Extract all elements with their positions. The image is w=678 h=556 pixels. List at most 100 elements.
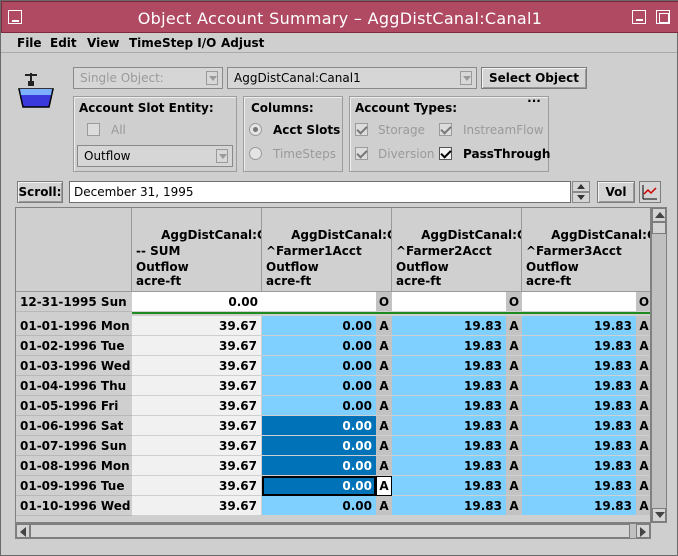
- cell-sum[interactable]: 39.67: [132, 376, 262, 396]
- entity-select[interactable]: Outflow: [77, 145, 233, 167]
- cell-farmer3[interactable]: 19.83: [522, 356, 636, 376]
- all-checkbox: [87, 123, 100, 136]
- cell-farmer2[interactable]: 19.83: [392, 316, 506, 336]
- cell-farmer3[interactable]: 19.83: [522, 336, 636, 356]
- cell-farmer1[interactable]: 0.00: [262, 416, 376, 436]
- cell-sum[interactable]: 39.67: [132, 476, 262, 496]
- cell-farmer3[interactable]: 19.83: [522, 416, 636, 436]
- initial-row-divider: [132, 312, 650, 314]
- spin-up-icon[interactable]: [572, 181, 590, 192]
- cell-farmer1[interactable]: 0.00: [262, 376, 376, 396]
- cell-farmer3[interactable]: 19.83: [522, 316, 636, 336]
- cell-farmer2[interactable]: 19.83: [392, 396, 506, 416]
- cell-farmer2[interactable]: 19.83: [392, 436, 506, 456]
- row-header[interactable]: 01-10-1996 Wed: [16, 496, 132, 516]
- flag-farmer2: A: [506, 316, 522, 336]
- cell-farmer2[interactable]: 19.83: [392, 456, 506, 476]
- cell-farmer3[interactable]: 19.83: [522, 396, 636, 416]
- cell-farmer1[interactable]: 0.00: [262, 316, 376, 336]
- minimize-icon[interactable]: [632, 10, 646, 24]
- spin-down-icon[interactable]: [572, 192, 590, 203]
- object-select[interactable]: AggDistCanal:Canal1: [227, 67, 477, 89]
- flag-farmer2: A: [506, 376, 522, 396]
- maximize-icon[interactable]: [656, 10, 670, 24]
- cell-initial-sum[interactable]: 0.00: [132, 292, 262, 312]
- timesteps-radio: [249, 147, 262, 160]
- cell-farmer1[interactable]: 0.00: [262, 476, 376, 496]
- object-type-select: Single Object:: [73, 67, 223, 89]
- column-header-farmer1[interactable]: AggDistCanal:Canal1 ^Farmer1Acct Outflow…: [262, 208, 392, 292]
- cell-farmer3[interactable]: 19.83: [522, 456, 636, 476]
- menu-file[interactable]: File: [17, 36, 42, 50]
- title-bar[interactable]: Object Account Summary – AggDistCanal:Ca…: [1, 1, 678, 33]
- cell-farmer1[interactable]: 0.00: [262, 436, 376, 456]
- horizontal-scrollbar[interactable]: [15, 523, 651, 539]
- scroll-date-field[interactable]: December 31, 1995: [69, 181, 571, 203]
- cell-farmer3[interactable]: 19.83: [522, 376, 636, 396]
- cell-farmer3[interactable]: 19.83: [522, 476, 636, 496]
- row-header[interactable]: 01-04-1996 Thu: [16, 376, 132, 396]
- cell-farmer3[interactable]: 19.83: [522, 436, 636, 456]
- row-header[interactable]: 01-08-1996 Mon: [16, 456, 132, 476]
- flag-farmer2: A: [506, 336, 522, 356]
- flag-farmer3: A: [636, 496, 650, 516]
- plot-button[interactable]: [639, 181, 661, 203]
- cell-sum[interactable]: 39.67: [132, 396, 262, 416]
- cell-initial-farmer3[interactable]: [522, 292, 636, 312]
- flag-farmer2: A: [506, 416, 522, 436]
- row-header-initial[interactable]: 12-31-1995 Sun: [16, 292, 132, 312]
- row-header[interactable]: 01-02-1996 Tue: [16, 336, 132, 356]
- cell-farmer2[interactable]: 19.83: [392, 496, 506, 516]
- flag-farmer1: A: [376, 416, 392, 436]
- column-header-farmer3[interactable]: AggDistCanal:Canal1 ^Farmer3Acct Outflow…: [522, 208, 650, 292]
- chevron-down-icon[interactable]: [216, 149, 228, 163]
- row-header[interactable]: 01-09-1996 Tue: [16, 476, 132, 496]
- flag-farmer3: A: [636, 416, 650, 436]
- scroll-down-icon[interactable]: [652, 508, 666, 522]
- menu-view[interactable]: View: [87, 36, 119, 50]
- scroll-button[interactable]: Scroll:: [17, 181, 63, 203]
- menu-timestep-io[interactable]: TimeStep I/O: [129, 36, 216, 50]
- cell-farmer2[interactable]: 19.83: [392, 376, 506, 396]
- cell-sum[interactable]: 39.67: [132, 356, 262, 376]
- cell-farmer1[interactable]: 0.00: [262, 336, 376, 356]
- menu-adjust[interactable]: Adjust: [221, 36, 264, 50]
- row-header[interactable]: 01-06-1996 Sat: [16, 416, 132, 436]
- row-header[interactable]: 01-05-1996 Fri: [16, 396, 132, 416]
- cell-farmer1[interactable]: 0.00: [262, 496, 376, 516]
- acct-slots-radio[interactable]: [249, 123, 262, 136]
- row-header[interactable]: 01-01-1996 Mon: [16, 316, 132, 336]
- vol-button[interactable]: Vol: [597, 181, 635, 203]
- cell-sum[interactable]: 39.67: [132, 316, 262, 336]
- cell-farmer1[interactable]: 0.00: [262, 356, 376, 376]
- flag-farmer1: A: [376, 436, 392, 456]
- row-header[interactable]: 01-07-1996 Sun: [16, 436, 132, 456]
- scroll-left-icon[interactable]: [16, 524, 30, 538]
- scroll-up-icon[interactable]: [652, 208, 666, 222]
- column-header-farmer2[interactable]: AggDistCanal:Canal1 ^Farmer2Acct Outflow…: [392, 208, 522, 292]
- cell-farmer3[interactable]: 19.83: [522, 496, 636, 516]
- cell-sum[interactable]: 39.67: [132, 496, 262, 516]
- cell-farmer1[interactable]: 0.00: [262, 396, 376, 416]
- cell-sum[interactable]: 39.67: [132, 456, 262, 476]
- vertical-scroll-thumb[interactable]: [652, 222, 666, 234]
- cell-farmer2[interactable]: 19.83: [392, 476, 506, 496]
- cell-initial-farmer2[interactable]: [392, 292, 506, 312]
- menu-edit[interactable]: Edit: [50, 36, 77, 50]
- cell-initial-farmer1[interactable]: [262, 292, 376, 312]
- cell-farmer1[interactable]: 0.00: [262, 456, 376, 476]
- pass-through-checkbox[interactable]: [439, 147, 452, 160]
- cell-sum[interactable]: 39.67: [132, 336, 262, 356]
- chevron-down-icon[interactable]: [460, 71, 472, 85]
- scroll-right-icon[interactable]: [636, 524, 650, 538]
- horizontal-scroll-thumb[interactable]: [30, 524, 630, 538]
- cell-farmer2[interactable]: 19.83: [392, 416, 506, 436]
- cell-sum[interactable]: 39.67: [132, 416, 262, 436]
- cell-farmer2[interactable]: 19.83: [392, 356, 506, 376]
- column-header-sum[interactable]: AggDistCanal:Canal1 -- SUM Outflow acre-…: [132, 208, 262, 292]
- cell-sum[interactable]: 39.67: [132, 436, 262, 456]
- row-header[interactable]: 01-03-1996 Wed: [16, 356, 132, 376]
- select-object-button[interactable]: Select Object ...: [481, 67, 587, 105]
- cell-farmer2[interactable]: 19.83: [392, 336, 506, 356]
- vertical-scrollbar[interactable]: [651, 207, 667, 523]
